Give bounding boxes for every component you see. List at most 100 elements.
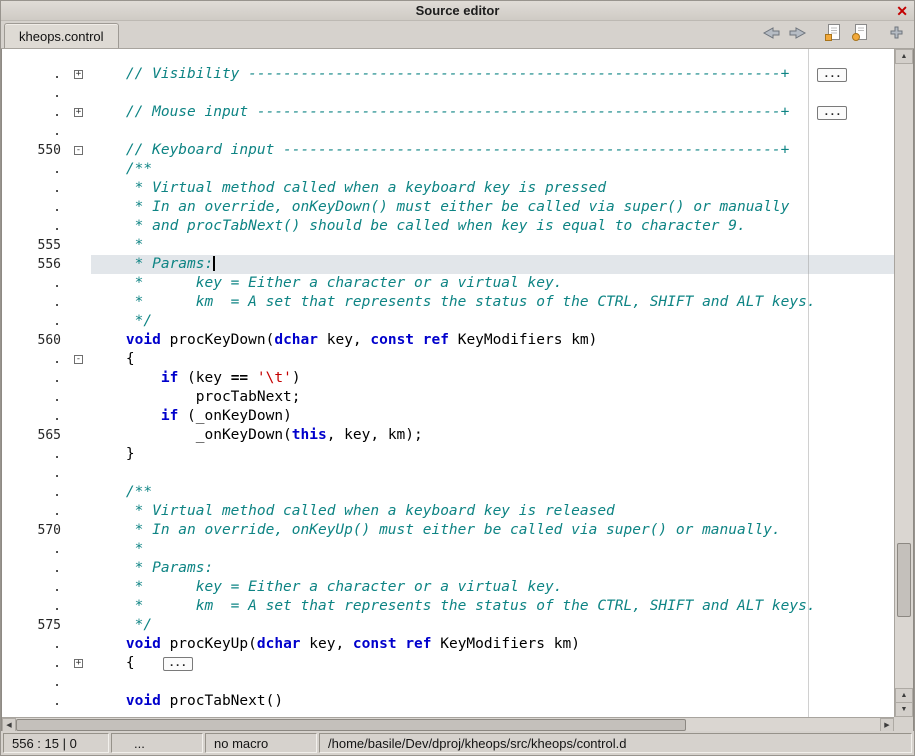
code-text[interactable]: * key = Either a character or a virtual … — [91, 274, 894, 293]
scroll-right-icon[interactable]: ▶ — [880, 718, 894, 732]
tab-bar: kheops.control — [1, 21, 914, 49]
code-line: 570 * In an override, onKeyUp() must eit… — [2, 521, 894, 540]
code-line: . + {... — [2, 654, 894, 673]
save-file-as-icon — [851, 23, 870, 47]
line-number: . — [2, 597, 70, 616]
code-text[interactable]: * Virtual method called when a keyboard … — [91, 179, 894, 198]
fold-gutter — [70, 198, 91, 217]
code-line: . — [2, 122, 894, 141]
code-text[interactable]: * — [91, 540, 894, 559]
code-text[interactable]: */ — [91, 616, 894, 635]
detach-editor-button[interactable] — [883, 24, 910, 46]
editor-toolbar — [757, 24, 910, 46]
line-number: 570 — [2, 521, 70, 540]
code-text[interactable]: void procKeyDown(dchar key, const ref Ke… — [91, 331, 894, 350]
fold-gutter — [70, 179, 91, 198]
collapsed-fold-indicator[interactable]: ... — [817, 106, 847, 120]
code-text[interactable]: /** — [91, 483, 894, 502]
code-text[interactable]: * key = Either a character or a virtual … — [91, 578, 894, 597]
fold-gutter — [70, 521, 91, 540]
fold-gutter — [70, 673, 91, 692]
scrollbar-corner — [894, 717, 913, 732]
window-title: Source editor — [416, 3, 500, 18]
code-text[interactable]: * Virtual method called when a keyboard … — [91, 502, 894, 521]
code-text[interactable]: * In an override, onKeyUp() must either … — [91, 521, 894, 540]
line-number: . — [2, 673, 70, 692]
code-text[interactable]: * km = A set that represents the status … — [91, 293, 894, 312]
scroll-up-icon[interactable]: ▲ — [895, 688, 913, 703]
code-text[interactable]: * km = A set that represents the status … — [91, 597, 894, 616]
go-back-icon — [760, 24, 782, 47]
fold-gutter — [70, 635, 91, 654]
text-caret — [213, 256, 215, 271]
fold-toggle-icon[interactable]: + — [74, 108, 83, 117]
code-text[interactable]: // Mouse input -------------------------… — [91, 103, 894, 122]
code-text[interactable]: } — [91, 445, 894, 464]
fold-toggle-icon[interactable]: + — [74, 659, 83, 668]
code-text[interactable] — [91, 122, 894, 141]
tab-kheops-control[interactable]: kheops.control — [4, 23, 119, 48]
save-file-button[interactable] — [820, 24, 847, 46]
fold-toggle-icon[interactable]: - — [74, 146, 83, 155]
horizontal-scroll-thumb[interactable] — [16, 719, 686, 731]
code-line: . — [2, 673, 894, 692]
code-text[interactable] — [91, 673, 894, 692]
fold-gutter: + — [70, 103, 91, 122]
fold-toggle-icon[interactable]: + — [74, 70, 83, 79]
editor-area: . + // Visibility -----------------------… — [1, 49, 914, 733]
code-text[interactable]: if (_onKeyDown) — [91, 407, 894, 426]
code-text[interactable]: * — [91, 236, 894, 255]
code-line: .- { — [2, 350, 894, 369]
save-file-as-button[interactable] — [847, 24, 874, 46]
fold-gutter — [70, 84, 91, 103]
scroll-down-icon[interactable]: ▼ — [895, 702, 913, 717]
code-text[interactable]: // Visibility --------------------------… — [91, 65, 894, 84]
fold-gutter — [70, 483, 91, 502]
line-number: . — [2, 445, 70, 464]
code-text[interactable]: */ — [91, 312, 894, 331]
code-text[interactable]: void procTabNext() — [91, 692, 894, 711]
code-text[interactable] — [91, 84, 894, 103]
line-number: 550 — [2, 141, 70, 160]
fold-gutter — [70, 578, 91, 597]
code-text[interactable]: * Params: — [91, 255, 894, 274]
code-line: . void procTabNext() — [2, 692, 894, 711]
code-text[interactable]: if (key == '\t') — [91, 369, 894, 388]
collapsed-fold-indicator[interactable]: ... — [163, 657, 193, 671]
vertical-scroll-thumb[interactable] — [897, 543, 911, 616]
code-line: 560 void procKeyDown(dchar key, const re… — [2, 331, 894, 350]
scroll-up-icon[interactable]: ▲ — [895, 49, 913, 64]
fold-gutter — [70, 692, 91, 711]
code-text[interactable]: { — [91, 350, 894, 369]
scroll-left-icon[interactable]: ◀ — [2, 718, 16, 732]
code-text[interactable]: * Params: — [91, 559, 894, 578]
code-text[interactable]: void procKeyUp(dchar key, const ref KeyM… — [91, 635, 894, 654]
line-number: . — [2, 654, 70, 673]
code-text[interactable]: * and procTabNext() should be called whe… — [91, 217, 894, 236]
save-file-icon — [824, 23, 843, 47]
code-text[interactable]: /** — [91, 160, 894, 179]
code-text[interactable]: _onKeyDown(this, key, km); — [91, 426, 894, 445]
go-forward-button[interactable] — [784, 24, 811, 46]
vertical-scrollbar[interactable]: ▲ ▲ ▼ — [894, 49, 913, 717]
code-line: . } — [2, 445, 894, 464]
code-line: . * Virtual method called when a keyboar… — [2, 179, 894, 198]
code-text[interactable]: procTabNext; — [91, 388, 894, 407]
line-number: . — [2, 540, 70, 559]
horizontal-scrollbar[interactable]: ◀ ▶ — [2, 717, 894, 732]
line-number: . — [2, 103, 70, 122]
code-line: . void procKeyUp(dchar key, const ref Ke… — [2, 635, 894, 654]
collapsed-fold-indicator[interactable]: ... — [817, 68, 847, 82]
code-text[interactable]: * In an override, onKeyDown() must eithe… — [91, 198, 894, 217]
code-text[interactable]: // Keyboard input ----------------------… — [91, 141, 894, 160]
code-text[interactable] — [91, 464, 894, 483]
code-line: 555 * — [2, 236, 894, 255]
editor-lines[interactable]: . + // Visibility -----------------------… — [2, 49, 894, 717]
status-bar: 556 : 15 | 0 ... no macro /home/basile/D… — [1, 731, 914, 755]
code-text[interactable]: {... — [91, 654, 894, 673]
go-back-button[interactable] — [757, 24, 784, 46]
code-line: . — [2, 84, 894, 103]
fold-toggle-icon[interactable]: - — [74, 355, 83, 364]
titlebar[interactable]: Source editor ✕ — [1, 1, 914, 21]
close-icon[interactable]: ✕ — [896, 2, 908, 20]
